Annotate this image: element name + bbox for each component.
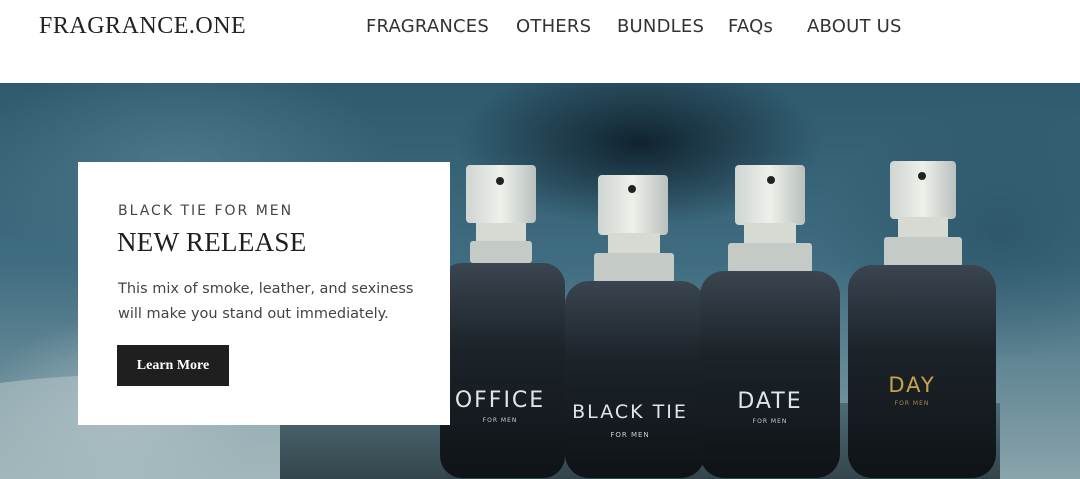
promo-description: This mix of smoke, leather, and sexiness… [118,281,414,322]
bottle-office: OFFICE FOR MEN [440,165,565,478]
nav-about-us[interactable]: ABOUT US [807,16,902,37]
bottle-label-office: OFFICE [455,388,545,413]
promo-eyebrow: BLACK TIE FOR MEN [118,203,294,219]
site-header: FRAGRANCE.ONE FRAGRANCES OTHERS BUNDLES … [0,0,1080,83]
bottle-sublabel-day: FOR MEN [895,400,930,407]
bottle-sublabel-office: FOR MEN [483,417,518,424]
bottle-label-black-tie: BLACK TIE [572,401,688,423]
nav-others[interactable]: OTHERS [516,16,591,37]
bottle-day: DAY FOR MEN [848,161,996,478]
main-nav: FRAGRANCES OTHERS BUNDLES FAQs ABOUT US [0,16,1080,40]
promo-card: BLACK TIE FOR MEN NEW RELEASE This mix o… [78,162,450,425]
nav-faqs[interactable]: FAQs [728,16,773,37]
nav-bundles[interactable]: BUNDLES [617,16,704,37]
bottle-sublabel-date: FOR MEN [753,418,788,425]
bottle-label-day: DAY [888,373,935,397]
learn-more-button[interactable]: Learn More [117,345,229,386]
hero-banner: OFFICE FOR MEN BLACK TIE FOR MEN DATE FO… [0,83,1080,479]
bottle-label-date: DATE [737,389,802,414]
bottle-date: DATE FOR MEN [700,165,840,478]
promo-title: NEW RELEASE [117,227,307,257]
bottle-black-tie: BLACK TIE FOR MEN [565,175,705,478]
bottle-sublabel-black-tie: FOR MEN [610,431,649,439]
nav-fragrances[interactable]: FRAGRANCES [366,16,489,37]
